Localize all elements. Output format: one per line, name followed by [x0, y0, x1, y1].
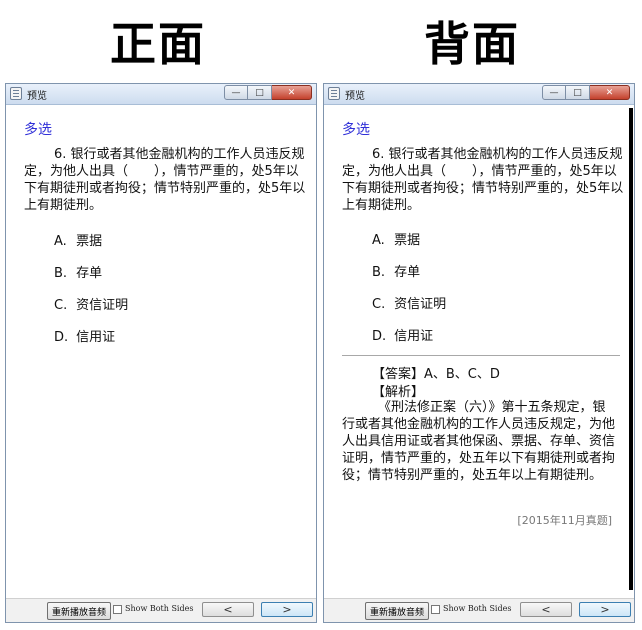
minimize-button[interactable]: —	[224, 85, 248, 100]
show-both-sides-checkbox[interactable]	[431, 605, 440, 614]
preview-window-front: 预览 — □ ✕ 多选 6. 银行或者其他金融机构的工作人员违反规定，为他人出具…	[5, 83, 317, 623]
maximize-button[interactable]: □	[566, 85, 590, 100]
option-text: 票据	[76, 234, 103, 249]
window-controls: — □ ✕	[542, 85, 630, 101]
option-letter: C.	[54, 298, 68, 313]
question-stem: 6. 银行或者其他金融机构的工作人员违反规定，为他人出具（ ），情节严重的，处5…	[342, 147, 624, 213]
show-both-sides-label[interactable]: Show Both Sides	[125, 604, 193, 613]
title-bar[interactable]: 预览 — □ ✕	[6, 84, 316, 105]
close-button[interactable]: ✕	[272, 85, 312, 100]
option-letter: B.	[372, 265, 386, 280]
preview-window-back: 预览 — □ ✕ 多选 6. 银行或者其他金融机构的工作人员违反规定，为他人出具…	[323, 83, 635, 623]
previous-button[interactable]: <	[202, 602, 254, 617]
option-text: 票据	[394, 233, 421, 248]
option-letter: B.	[54, 266, 68, 281]
front-heading: 正面	[110, 17, 206, 71]
bottom-toolbar: 重新播放音频 Show Both Sides < >	[324, 598, 634, 622]
source-tag: [2015年11月真题]	[517, 514, 612, 527]
maximize-button[interactable]: □	[248, 85, 272, 100]
option-letter: D.	[372, 329, 387, 344]
question-stem: 6. 银行或者其他金融机构的工作人员违反规定，为他人出具（ ），情节严重的，处5…	[24, 147, 306, 213]
option-text: 存单	[76, 266, 103, 281]
bottom-toolbar: 重新播放音频 Show Both Sides < >	[6, 598, 316, 622]
next-button[interactable]: >	[579, 602, 631, 617]
analysis-label: 【解析】	[372, 385, 425, 400]
option-d: D. 信用证	[372, 325, 433, 344]
show-both-sides-checkbox[interactable]	[113, 605, 122, 614]
option-b: B. 存单	[372, 261, 420, 280]
option-c: C. 资信证明	[372, 293, 446, 312]
card-content: 多选 6. 银行或者其他金融机构的工作人员违反规定，为他人出具（ ），情节严重的…	[6, 105, 316, 598]
option-d: D. 信用证	[54, 326, 115, 345]
scrollbar[interactable]	[629, 108, 633, 590]
option-b: B. 存单	[54, 262, 102, 281]
replay-audio-button[interactable]: 重新播放音频	[47, 602, 112, 620]
minimize-button[interactable]: —	[542, 85, 566, 100]
option-letter: C.	[372, 297, 386, 312]
option-text: 资信证明	[394, 297, 447, 312]
next-button[interactable]: >	[261, 602, 313, 617]
window-controls: — □ ✕	[224, 85, 312, 101]
previous-button[interactable]: <	[520, 602, 572, 617]
analysis-text: 《刑法修正案（六）》第十五条规定，银行或者其他金融机构的工作人员违反规定，为他人…	[342, 400, 616, 483]
option-letter: A.	[54, 234, 67, 249]
option-a: A. 票据	[54, 230, 102, 249]
option-text: 存单	[394, 265, 421, 280]
answer-line: 【答案】A、B、C、D	[372, 367, 500, 382]
option-letter: D.	[54, 330, 69, 345]
card-content: 多选 6. 银行或者其他金融机构的工作人员违反规定，为他人出具（ ），情节严重的…	[324, 105, 634, 598]
show-both-sides-label[interactable]: Show Both Sides	[443, 604, 511, 613]
window-title: 预览	[345, 91, 365, 102]
close-button[interactable]: ✕	[590, 85, 630, 100]
option-text: 信用证	[76, 330, 116, 345]
app-icon	[328, 87, 340, 100]
option-a: A. 票据	[372, 229, 420, 248]
question-type: 多选	[342, 122, 370, 138]
option-text: 资信证明	[76, 298, 129, 313]
answer-divider	[342, 355, 620, 356]
back-heading: 背面	[424, 17, 520, 71]
option-c: C. 资信证明	[54, 294, 128, 313]
question-type: 多选	[24, 122, 52, 138]
option-text: 信用证	[394, 329, 434, 344]
app-icon	[10, 87, 22, 100]
option-letter: A.	[372, 233, 385, 248]
title-bar[interactable]: 预览 — □ ✕	[324, 84, 634, 105]
replay-audio-button[interactable]: 重新播放音频	[365, 602, 430, 620]
window-title: 预览	[27, 91, 47, 102]
